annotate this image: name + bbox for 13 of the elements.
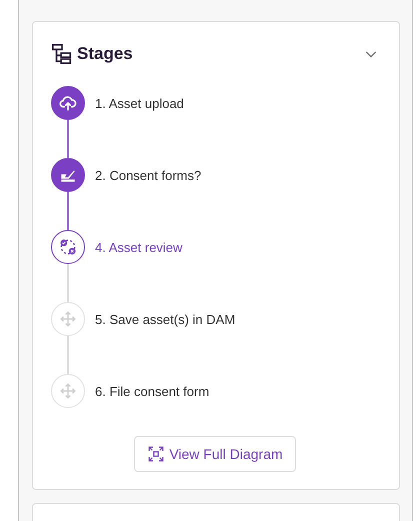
stage-label[interactable]: 5. Save asset(s) in DAM — [95, 312, 236, 326]
stage-label[interactable]: 4. Asset review — [95, 240, 182, 254]
view-full-diagram-button[interactable]: View Full Diagram — [134, 436, 296, 472]
cloud-upload-icon — [59, 94, 77, 112]
move-arrows-icon — [59, 382, 77, 400]
panel-title: Stages — [77, 44, 133, 64]
expand-icon — [147, 445, 166, 463]
move-arrows-icon — [59, 310, 77, 328]
stage-label[interactable]: 1. Asset upload — [95, 96, 184, 110]
stage-label[interactable]: 2. Consent forms? — [95, 168, 202, 182]
hierarchy-icon — [51, 43, 73, 65]
review-cycle-icon — [58, 237, 78, 257]
stage-label[interactable]: 6. File consent form — [95, 384, 210, 398]
